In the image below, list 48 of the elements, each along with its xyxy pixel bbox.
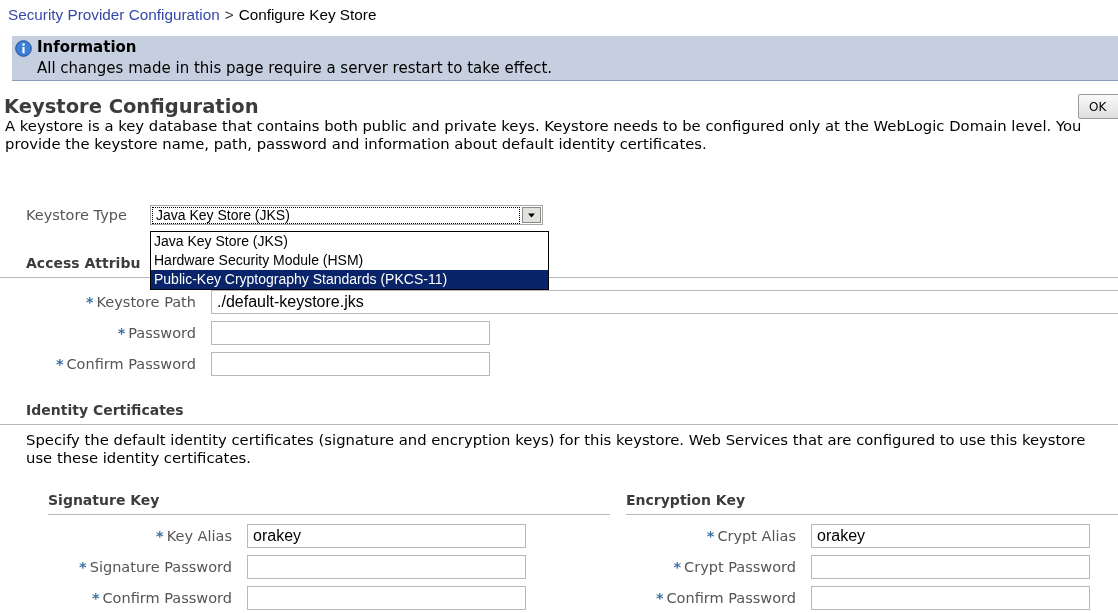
input-field[interactable] — [247, 554, 526, 579]
field-label: Key Alias — [166, 527, 232, 544]
field-label: Password — [128, 324, 196, 341]
input-field[interactable] — [811, 554, 1090, 579]
field-label: Crypt Password — [684, 558, 796, 575]
input-field[interactable] — [247, 585, 526, 610]
required-marker: * — [673, 558, 682, 575]
required-marker: * — [706, 527, 715, 544]
description-text: A keystore is a key database that contains both public and private keys. Keystore needs to be configured only at the WebLogic Domain level. You — [5, 117, 1083, 135]
section-heading: Identity Certificates — [26, 402, 184, 418]
breadcrumb-link[interactable]: Security Provider Configuration — [8, 6, 220, 28]
dropdown-option[interactable]: Java Key Store (JKS) — [151, 232, 548, 251]
required-marker: * — [117, 324, 126, 341]
field-label: Confirm Password — [102, 589, 232, 606]
breadcrumb-current: Configure Key Store — [238, 6, 377, 25]
required-marker: * — [55, 355, 64, 372]
field-label: Confirm Password — [66, 355, 196, 372]
section-heading: Signature Key — [48, 492, 160, 508]
info-message: All changes made in this page require a server restart to take effect. — [37, 58, 553, 79]
required-marker: * — [79, 558, 87, 575]
input-field[interactable] — [211, 320, 490, 345]
required-marker: * — [85, 293, 94, 310]
description-text: Specify the default identity certificates (signature and encryption keys) for this keystore. Web Services that are configured to use this keystore — [26, 431, 1087, 449]
keystore-type-dropdown[interactable]: Java Key Store (JKS) — [150, 205, 543, 225]
description-text: provide the keystore name, path, password and information about default identity certificates. — [5, 135, 708, 153]
input-field[interactable]: orakey — [811, 523, 1090, 548]
required-marker: * — [655, 589, 664, 606]
required-marker: * — [156, 527, 164, 544]
input-field[interactable] — [211, 351, 490, 376]
input-field[interactable]: orakey — [247, 523, 526, 548]
field-label: Crypt Alias — [717, 527, 796, 544]
info-icon — [15, 40, 32, 57]
required-marker: * — [91, 589, 100, 606]
input-field[interactable]: ./default-keystore.jks — [211, 289, 1118, 314]
description-text: use these identity certificates. — [26, 449, 252, 467]
section-heading: Encryption Key — [626, 492, 746, 508]
info-title: Information — [37, 37, 138, 58]
dropdown-option[interactable]: Hardware Security Module (HSM) — [151, 251, 548, 270]
field-label: Signature Password — [89, 558, 232, 575]
ok-button[interactable]: OK — [1078, 94, 1118, 119]
page-heading: Keystore Configuration — [4, 97, 259, 117]
field-label: Confirm Password — [666, 589, 796, 606]
field-label: Keystore Type — [26, 207, 128, 223]
input-field[interactable] — [811, 585, 1090, 610]
field-label: Keystore Path — [96, 293, 196, 310]
breadcrumb-separator: > — [224, 6, 234, 25]
section-heading: Access Attribu — [26, 255, 141, 271]
dropdown-option[interactable]: Public-Key Cryptography Standards (PKCS-11) — [151, 270, 548, 289]
